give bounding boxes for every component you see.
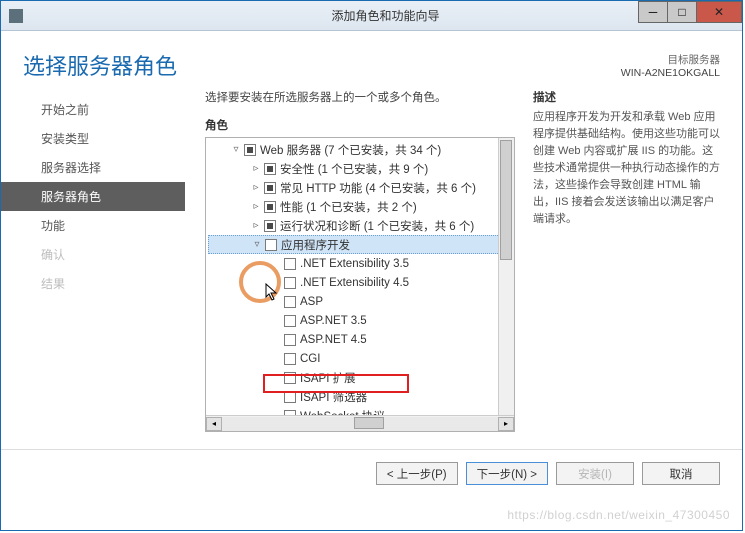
roles-column: 选择要安装在所选服务器上的一个或多个角色。 角色 ▿ Web 服务器 (7 个已安… xyxy=(205,89,515,449)
tree-label: ASP.NET 3.5 xyxy=(300,315,367,327)
sidebar-item-3[interactable]: 服务器角色 xyxy=(1,182,185,211)
center-panel: 选择要安装在所选服务器上的一个或多个角色。 角色 ▿ Web 服务器 (7 个已安… xyxy=(185,89,720,449)
tree-row-10[interactable]: ASP.NET 4.5 xyxy=(208,330,514,349)
target-info: 目标服务器 WIN-A2NE1OKGALL xyxy=(621,52,720,79)
tree-row-9[interactable]: ASP.NET 3.5 xyxy=(208,311,514,330)
app-icon xyxy=(9,9,23,23)
watermark: https://blog.csdn.net/weixin_47300450 xyxy=(507,508,730,522)
wizard-window: 添加角色和功能向导 ─ □ ✕ 选择服务器角色 目标服务器 WIN-A2NE1O… xyxy=(0,0,743,531)
description-column: 描述 应用程序开发为开发和承载 Web 应用程序提供基础结构。使用这些功能可以创… xyxy=(533,89,720,449)
h-scroll-track[interactable] xyxy=(222,417,498,431)
tree-checkbox[interactable] xyxy=(264,163,276,175)
tree-row-6[interactable]: .NET Extensibility 3.5 xyxy=(208,254,514,273)
tree-label: 运行状况和诊断 (1 个已安装，共 6 个) xyxy=(280,218,474,234)
tree-twisty[interactable]: ▹ xyxy=(250,163,262,174)
h-scroll-thumb[interactable] xyxy=(354,417,384,429)
tree-checkbox[interactable] xyxy=(244,144,256,156)
tree-label: ISAPI 扩展 xyxy=(300,370,356,386)
tree-row-8[interactable]: ASP xyxy=(208,292,514,311)
tree-twisty[interactable]: ▿ xyxy=(230,144,242,155)
main-area: 开始之前安装类型服务器选择服务器角色功能确认结果 选择要安装在所选服务器上的一个… xyxy=(1,89,742,449)
tree-label: ASP xyxy=(300,296,323,308)
roles-label: 角色 xyxy=(205,117,515,133)
tree-label: CGI xyxy=(300,353,320,365)
v-scroll-thumb[interactable] xyxy=(500,140,512,260)
sidebar-item-1[interactable]: 安装类型 xyxy=(1,124,185,153)
page-title: 选择服务器角色 xyxy=(23,49,177,81)
tree-row-2[interactable]: ▹ 常见 HTTP 功能 (4 个已安装，共 6 个) xyxy=(208,178,514,197)
tree-twisty[interactable]: ▹ xyxy=(250,201,262,212)
horizontal-scrollbar[interactable]: ◂ ▸ xyxy=(206,415,514,431)
sidebar-item-2[interactable]: 服务器选择 xyxy=(1,153,185,182)
install-button: 安装(I) xyxy=(556,462,634,485)
tree-row-1[interactable]: ▹ 安全性 (1 个已安装，共 9 个) xyxy=(208,159,514,178)
tree-label: ISAPI 筛选器 xyxy=(300,389,367,405)
tree-scroll-area[interactable]: ▿ Web 服务器 (7 个已安装，共 34 个) ▹ 安全性 (1 个已安装，共 9… xyxy=(206,138,514,416)
tree-label: 常见 HTTP 功能 (4 个已安装，共 6 个) xyxy=(280,180,476,196)
sidebar-item-4[interactable]: 功能 xyxy=(1,211,185,240)
tree-checkbox[interactable] xyxy=(284,296,296,308)
footer: < 上一步(P) 下一步(N) > 安装(I) 取消 xyxy=(1,450,742,497)
tree-label: .NET Extensibility 3.5 xyxy=(300,258,409,270)
tree-checkbox[interactable] xyxy=(284,334,296,346)
tree-checkbox[interactable] xyxy=(284,372,296,384)
tree-twisty[interactable]: ▿ xyxy=(251,239,263,250)
tree-label: Web 服务器 (7 个已安装，共 34 个) xyxy=(260,142,441,158)
header-row: 选择服务器角色 目标服务器 WIN-A2NE1OKGALL xyxy=(1,31,742,89)
cancel-button[interactable]: 取消 xyxy=(642,462,720,485)
previous-button[interactable]: < 上一步(P) xyxy=(376,462,458,485)
tree-row-12[interactable]: ISAPI 扩展 xyxy=(208,368,514,387)
tree-label: .NET Extensibility 4.5 xyxy=(300,277,409,289)
tree-twisty[interactable]: ▹ xyxy=(250,182,262,193)
window-controls: ─ □ ✕ xyxy=(639,1,742,23)
window-title: 添加角色和功能向导 xyxy=(29,7,742,24)
description-text: 应用程序开发为开发和承载 Web 应用程序提供基础结构。使用这些功能可以创建 W… xyxy=(533,109,720,228)
tree-row-13[interactable]: ISAPI 筛选器 xyxy=(208,387,514,406)
tree-checkbox[interactable] xyxy=(284,258,296,270)
tree-checkbox[interactable] xyxy=(284,315,296,327)
tree-row-3[interactable]: ▹ 性能 (1 个已安装，共 2 个) xyxy=(208,197,514,216)
instruction-text: 选择要安装在所选服务器上的一个或多个角色。 xyxy=(205,89,515,105)
sidebar: 开始之前安装类型服务器选择服务器角色功能确认结果 xyxy=(1,89,185,449)
tree-twisty[interactable]: ▹ xyxy=(250,220,262,231)
tree-row-0[interactable]: ▿ Web 服务器 (7 个已安装，共 34 个) xyxy=(208,140,514,159)
tree-row-7[interactable]: .NET Extensibility 4.5 xyxy=(208,273,514,292)
sidebar-item-5: 确认 xyxy=(1,240,185,269)
sidebar-item-0[interactable]: 开始之前 xyxy=(1,95,185,124)
h-scroll-right[interactable]: ▸ xyxy=(498,417,514,431)
tree-checkbox[interactable] xyxy=(264,182,276,194)
tree-checkbox[interactable] xyxy=(264,201,276,213)
tree-label: 性能 (1 个已安装，共 2 个) xyxy=(280,199,417,215)
tree-row-5[interactable]: ▿ 应用程序开发 xyxy=(208,235,514,254)
minimize-button[interactable]: ─ xyxy=(638,1,668,23)
tree-checkbox[interactable] xyxy=(284,391,296,403)
tree-checkbox[interactable] xyxy=(284,353,296,365)
target-name: WIN-A2NE1OKGALL xyxy=(621,67,720,79)
tree-row-11[interactable]: CGI xyxy=(208,349,514,368)
sidebar-item-6: 结果 xyxy=(1,269,185,298)
target-label: 目标服务器 xyxy=(621,52,720,67)
titlebar: 添加角色和功能向导 ─ □ ✕ xyxy=(1,1,742,31)
description-label: 描述 xyxy=(533,89,720,105)
vertical-scrollbar[interactable] xyxy=(498,138,514,415)
tree-row-4[interactable]: ▹ 运行状况和诊断 (1 个已安装，共 6 个) xyxy=(208,216,514,235)
close-button[interactable]: ✕ xyxy=(696,1,742,23)
tree-label: 应用程序开发 xyxy=(281,237,350,253)
h-scroll-left[interactable]: ◂ xyxy=(206,417,222,431)
tree-label: ASP.NET 4.5 xyxy=(300,334,367,346)
tree-checkbox[interactable] xyxy=(265,239,277,251)
next-button[interactable]: 下一步(N) > xyxy=(466,462,548,485)
tree-label: 安全性 (1 个已安装，共 9 个) xyxy=(280,161,428,177)
tree-checkbox[interactable] xyxy=(264,220,276,232)
maximize-button[interactable]: □ xyxy=(667,1,697,23)
roles-tree: ▿ Web 服务器 (7 个已安装，共 34 个) ▹ 安全性 (1 个已安装，共 9… xyxy=(205,137,515,432)
tree-checkbox[interactable] xyxy=(284,277,296,289)
